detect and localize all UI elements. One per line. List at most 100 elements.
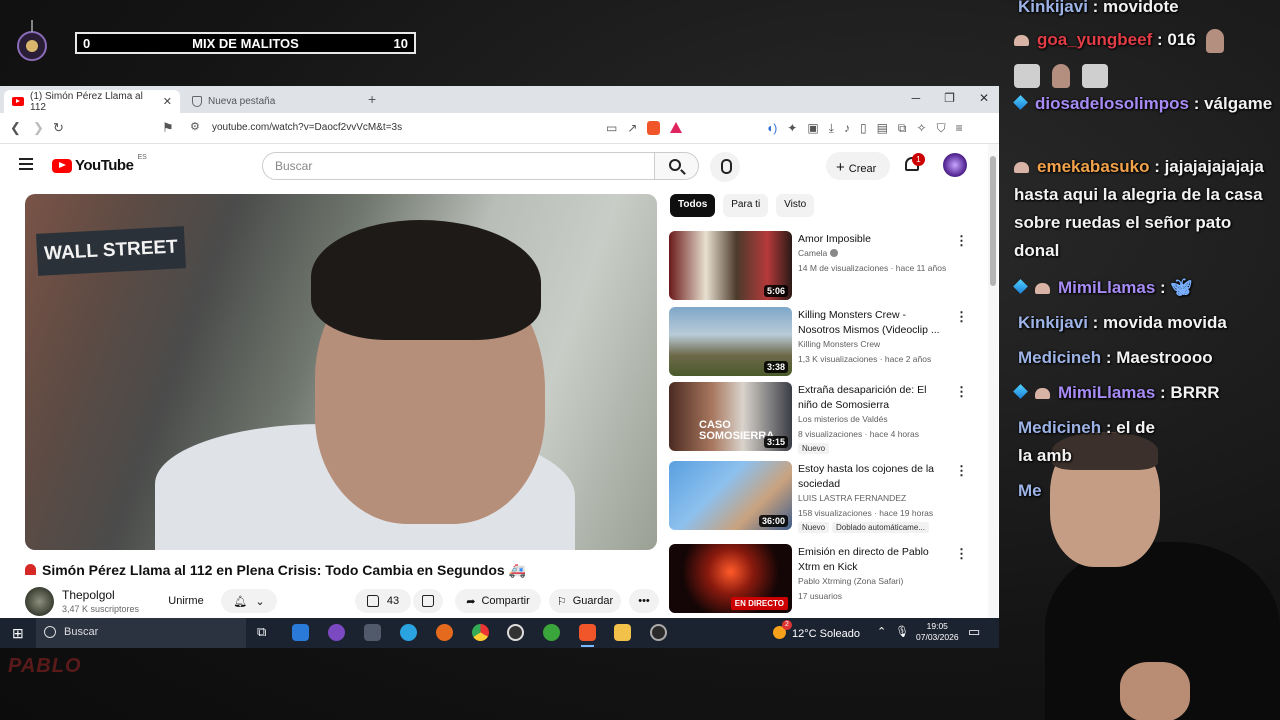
close-window-icon[interactable]: ✕	[979, 91, 989, 105]
vpn-icon[interactable]: ⧉	[898, 121, 907, 136]
site-info-icon[interactable]: ⚙	[190, 120, 200, 133]
chat-message: Kinkijavi : movida movida	[1018, 305, 1280, 340]
recommendation-channel[interactable]: Los misterios de Valdés	[798, 414, 888, 424]
channel-name[interactable]: Thepolgol	[62, 588, 115, 602]
duration-label: 3:15	[763, 436, 788, 448]
search-button[interactable]	[655, 152, 699, 180]
kebab-menu-icon[interactable]: ⋮	[955, 384, 968, 400]
tool-app-icon[interactable]	[364, 624, 381, 641]
windows-start-icon[interactable]: ⊞	[12, 625, 24, 642]
subscription-bell-button[interactable]: 🔔︎ ⌄	[221, 589, 277, 613]
new-tab-button[interactable]: +	[368, 91, 376, 107]
bookmark-icon[interactable]: ⚑	[162, 120, 174, 136]
account-avatar[interactable]	[943, 153, 967, 177]
recommendation-item[interactable]: EN DIRECTO Emisión en directo de Pablo X…	[669, 544, 979, 614]
recommendation-title[interactable]: Amor Imposible	[798, 232, 948, 247]
download-icon[interactable]: ⤓	[829, 121, 834, 136]
microphone-tray-icon[interactable]: 🎙︎	[895, 625, 909, 638]
media-player-icon[interactable]	[507, 624, 524, 641]
page-scrollbar[interactable]	[988, 144, 998, 618]
recommendation-title[interactable]: Extraña desaparición de: El niño de Somo…	[798, 383, 948, 413]
join-button[interactable]: Unirme	[161, 589, 211, 613]
system-clock[interactable]: 19:05 07/03/2026	[916, 621, 959, 643]
streaming-app-icon[interactable]	[328, 624, 345, 641]
weather-widget[interactable]: 2 12°C Soleado	[773, 620, 860, 640]
brave-rewards-icon[interactable]	[670, 122, 683, 133]
tab-new[interactable]: Nueva pestaña	[184, 90, 360, 113]
kebab-menu-icon[interactable]: ⋮	[955, 463, 968, 479]
obs-icon[interactable]	[650, 624, 667, 641]
recommendation-item[interactable]: 3:38 Killing Monsters Crew - Nosotros Mi…	[669, 307, 979, 377]
recommendation-thumbnail[interactable]: EN DIRECTO	[669, 544, 792, 613]
recommendation-item[interactable]: 36:00 Estoy hasta los cojones de la soci…	[669, 461, 979, 533]
audio-icon[interactable]: ◖)	[766, 121, 777, 136]
channel-avatar[interactable]	[25, 587, 54, 616]
recommendation-channel[interactable]: Pablo Xtrming (Zona Safari)	[798, 576, 903, 586]
chip-visto[interactable]: Visto	[776, 194, 815, 217]
recommendation-thumbnail[interactable]: 36:00	[669, 461, 792, 530]
recommendation-title[interactable]: Emisión en directo de Pablo Xtrm en Kick	[798, 545, 948, 575]
share-button[interactable]: ➦ Compartir	[455, 589, 541, 613]
recommendation-title[interactable]: Killing Monsters Crew - Nosotros Mismos …	[798, 308, 948, 338]
close-tab-icon[interactable]: ✕	[163, 95, 172, 108]
kebab-menu-icon[interactable]: ⋮	[955, 309, 968, 325]
address-bar[interactable]: youtube.com/watch?v=Daocf2vvVcM&t=3s	[212, 122, 402, 133]
wallet-icon[interactable]: ▤	[877, 121, 888, 136]
forward-icon[interactable]: ❯	[33, 120, 44, 136]
share-icon[interactable]: ↗	[627, 121, 637, 135]
minimize-icon[interactable]: ─	[912, 91, 921, 105]
kebab-menu-icon[interactable]: ⋮	[955, 546, 968, 562]
like-button[interactable]: 43	[355, 589, 411, 613]
create-button[interactable]: + Crear	[826, 152, 890, 180]
search-input[interactable]: Buscar	[262, 152, 655, 180]
chat-message: diosadelosolimpos : válgame	[1013, 90, 1276, 118]
brave-shields-icon[interactable]	[647, 121, 661, 135]
firefox-icon[interactable]	[436, 624, 453, 641]
xbox-icon[interactable]	[543, 624, 560, 641]
siren-icon	[25, 564, 36, 575]
restore-icon[interactable]: ❐	[944, 91, 955, 105]
new-badge: Nuevo	[798, 443, 830, 454]
shield-icon[interactable]: ⛉	[937, 121, 946, 136]
video-player[interactable]: WALL STREET	[25, 194, 657, 550]
file-explorer-icon[interactable]	[614, 624, 631, 641]
task-view-icon[interactable]: ⧉	[257, 624, 266, 640]
more-actions-button[interactable]: •••	[629, 589, 659, 613]
reload-icon[interactable]: ↻	[53, 120, 64, 136]
youtube-logo[interactable]: YouTube ES	[52, 154, 147, 174]
chat-username: Me	[1018, 481, 1042, 500]
back-icon[interactable]: ❮	[10, 120, 21, 136]
telegram-icon[interactable]	[400, 624, 417, 641]
sidebar-icon[interactable]: ▯	[860, 121, 867, 136]
recommendation-item[interactable]: CASO SOMOSIERRA 3:15 Extraña desaparició…	[669, 382, 979, 454]
recommendation-thumbnail[interactable]: CASO SOMOSIERRA 3:15	[669, 382, 792, 451]
recommendation-title[interactable]: Estoy hasta los cojones de la sociedad	[798, 462, 948, 492]
leo-icon[interactable]: ✧	[917, 121, 927, 136]
dislike-button[interactable]	[413, 589, 443, 613]
recommendation-thumbnail[interactable]: 3:38	[669, 307, 792, 376]
kebab-menu-icon[interactable]: ⋮	[955, 233, 968, 249]
recommendation-channel[interactable]: Killing Monsters Crew	[798, 339, 880, 349]
recommendation-item[interactable]: 5:06 Amor Imposible Camela 14 M de visua…	[669, 231, 979, 301]
menu-icon[interactable]: ≡	[956, 121, 963, 136]
hamburger-menu-icon[interactable]	[19, 158, 33, 173]
brave-browser-icon[interactable]	[579, 624, 596, 647]
notification-center-icon[interactable]: ▭	[968, 624, 980, 640]
tray-chevron-icon[interactable]: ⌃	[877, 625, 886, 638]
store-icon[interactable]	[292, 624, 309, 641]
tab-youtube[interactable]: (1) Simón Pérez Llama al 112 ✕	[4, 90, 180, 113]
music-icon[interactable]: ♪	[844, 121, 850, 136]
screenshot-icon[interactable]: ▣	[807, 121, 818, 136]
taskbar-search[interactable]: Buscar	[36, 618, 246, 648]
recommendation-thumbnail[interactable]: 5:06	[669, 231, 792, 300]
chip-todos[interactable]: Todos	[670, 194, 716, 217]
extensions-icon[interactable]: ✦	[787, 121, 797, 136]
recommendation-channel[interactable]: LUIS LASTRA FERNANDEZ	[798, 493, 906, 503]
chip-para-ti[interactable]: Para ti	[723, 194, 769, 217]
chrome-icon[interactable]	[472, 624, 489, 641]
save-button[interactable]: ⚐ Guardar	[549, 589, 621, 613]
voice-search-icon[interactable]	[710, 152, 740, 182]
scrollbar-thumb[interactable]	[990, 156, 996, 286]
cast-icon[interactable]: ▭	[606, 121, 617, 135]
recommendation-channel[interactable]: Camela	[798, 248, 839, 258]
